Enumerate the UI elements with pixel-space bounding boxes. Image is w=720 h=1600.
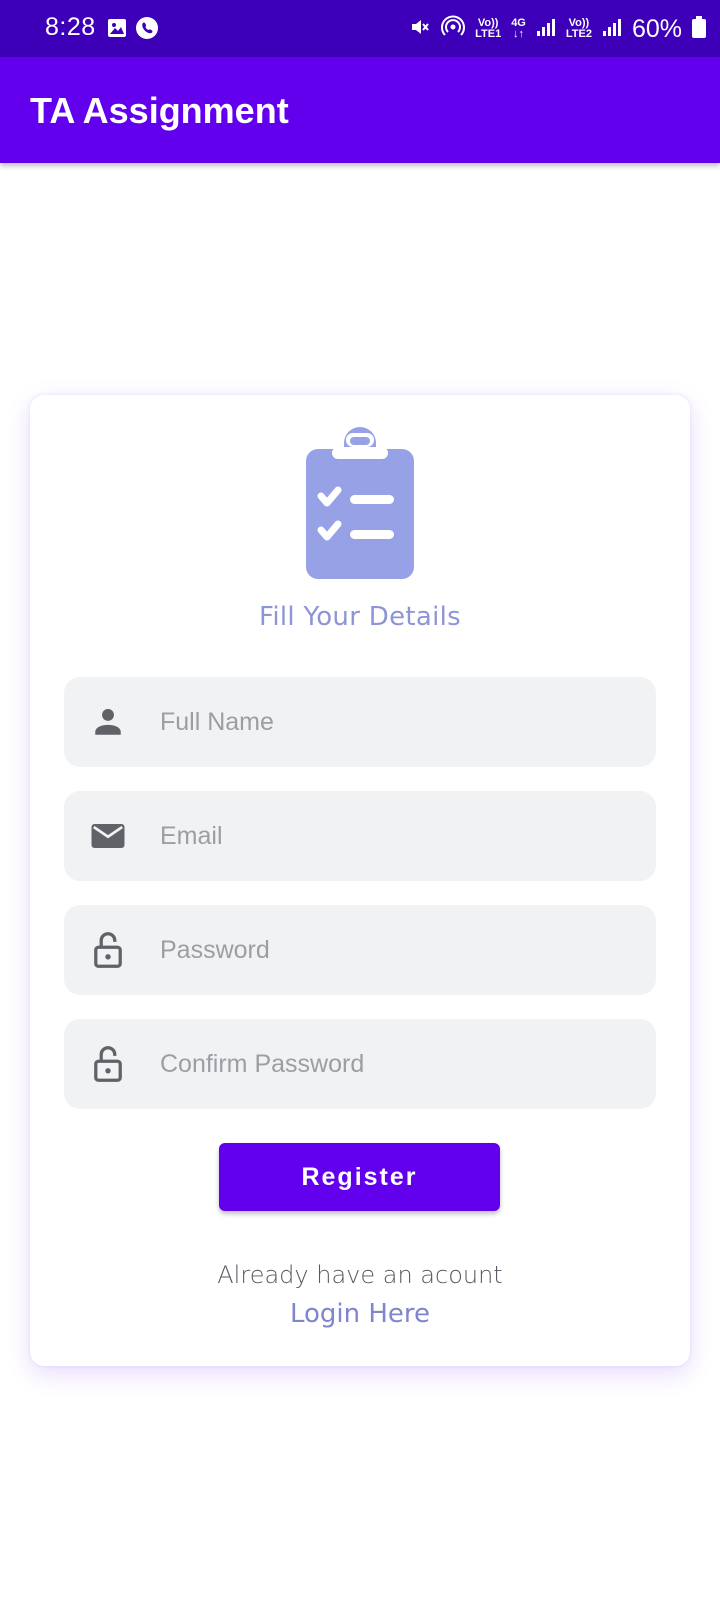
gallery-notification-icon [106, 16, 128, 40]
battery-icon [692, 15, 706, 43]
mail-icon [90, 818, 126, 854]
full-name-field[interactable] [64, 677, 656, 767]
password-field[interactable] [64, 905, 656, 995]
lte1-label: LTE1 [475, 28, 502, 40]
signal-2-icon [602, 17, 622, 42]
status-time: 8:28 [45, 13, 96, 41]
person-icon [90, 704, 126, 740]
email-input[interactable] [160, 806, 630, 866]
app-bar: TA Assignment [0, 57, 720, 163]
confirm-password-field[interactable] [64, 1019, 656, 1109]
password-input[interactable] [160, 920, 630, 980]
signal-1-icon [536, 17, 556, 42]
already-account-text: Already have an acount [217, 1261, 503, 1289]
lock-open-icon [90, 932, 126, 968]
lock-open-icon [90, 1046, 126, 1082]
call-notification-icon [135, 16, 159, 40]
clipboard-icon [306, 427, 414, 579]
hotspot-icon [441, 15, 466, 44]
status-bar: 8:28 Vo)) LTE1 4G ↓↑ Vo)) LTE2 60% [0, 0, 720, 57]
network-type-indicator: 4G ↓↑ [511, 18, 526, 40]
login-link[interactable]: Login Here [30, 1299, 690, 1329]
app-title: TA Assignment [30, 90, 289, 131]
register-button[interactable]: Register [219, 1143, 500, 1211]
register-card: Fill Your Details Register Already have … [30, 395, 690, 1366]
data-arrows-icon: ↓↑ [513, 28, 525, 40]
form-heading: Fill Your Details [258, 602, 461, 632]
status-indicators: Vo)) LTE1 4G ↓↑ Vo)) LTE2 60% [409, 12, 706, 46]
mute-icon [409, 16, 431, 43]
confirm-password-input[interactable] [160, 1034, 630, 1094]
full-name-input[interactable] [160, 692, 630, 752]
battery-percent: 60% [631, 14, 682, 43]
lte1-indicator: Vo)) LTE1 [475, 18, 501, 40]
lte2-indicator: Vo)) LTE2 [566, 18, 592, 40]
lte2-label: LTE2 [565, 28, 592, 40]
email-field[interactable] [64, 791, 656, 881]
